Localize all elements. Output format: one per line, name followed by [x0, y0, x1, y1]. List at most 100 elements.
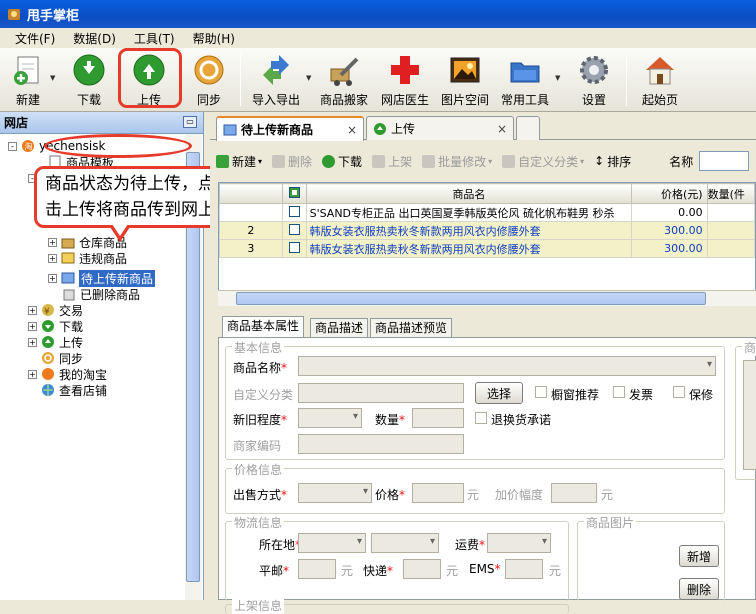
- add-icon: [216, 154, 229, 168]
- condition-select[interactable]: [298, 408, 362, 428]
- province-select[interactable]: [298, 533, 366, 553]
- callout-tail-inner: [112, 224, 128, 236]
- menu-tools[interactable]: 工具(T): [125, 30, 184, 47]
- tree-item-violations[interactable]: + 违规商品: [48, 250, 127, 266]
- tab-description-preview[interactable]: 商品描述预览: [370, 318, 453, 338]
- toolbar-tools-button[interactable]: 常用工具: [497, 51, 553, 109]
- list-download-button[interactable]: 下载: [322, 153, 362, 170]
- invoice-checkbox[interactable]: [613, 386, 625, 398]
- tab-new[interactable]: [516, 116, 540, 140]
- col-select[interactable]: [281, 183, 307, 204]
- settings-icon: [580, 56, 608, 84]
- image-space-icon: [450, 57, 480, 83]
- tree-item-upload[interactable]: + 上传: [28, 334, 83, 350]
- toolbar-move-products-button[interactable]: 商品搬家: [316, 51, 372, 109]
- toolbar-home-button[interactable]: 起始页: [632, 51, 688, 109]
- pin-icon[interactable]: ▭: [183, 116, 197, 128]
- toolbar-new-button[interactable]: 新建: [0, 51, 56, 109]
- expand-icon[interactable]: +: [28, 321, 37, 331]
- tab-description[interactable]: 商品描述: [310, 318, 369, 338]
- col-name[interactable]: 商品名: [305, 183, 633, 204]
- toolbar-download-button[interactable]: 下载: [61, 51, 117, 109]
- toolbar-shop-doctor-button[interactable]: 网店医生: [377, 51, 433, 109]
- toolbar-sync-button[interactable]: 同步: [181, 51, 237, 109]
- list-batch-edit-button[interactable]: 批量修改 ▾: [422, 153, 492, 170]
- splitter[interactable]: [210, 308, 756, 316]
- list-sort-button[interactable]: ↕ 排序: [594, 153, 631, 170]
- col-qty[interactable]: 数量(件: [706, 183, 756, 204]
- row-checkbox[interactable]: [288, 223, 300, 235]
- expand-icon[interactable]: +: [48, 237, 57, 247]
- tree-item-pending-upload[interactable]: + 待上传新商品: [48, 269, 156, 287]
- tree-item-deleted[interactable]: 已删除商品: [62, 286, 140, 302]
- grid-hscrollbar[interactable]: [218, 290, 756, 306]
- list-custom-category-button[interactable]: 自定义分类 ▾: [502, 153, 584, 170]
- table-row[interactable]: 2 韩版女装衣服热卖秋冬新款两用风衣内修腰外套 300.00: [219, 221, 756, 240]
- price-field[interactable]: [412, 483, 464, 503]
- delete-image-button[interactable]: 删除: [679, 578, 719, 600]
- showcase-checkbox[interactable]: [535, 386, 547, 398]
- express-unit: 元: [446, 564, 459, 578]
- increment-field[interactable]: [551, 483, 597, 503]
- table-row[interactable]: 3 韩版女装衣服热卖秋冬新款两用风衣内修腰外套 300.00: [219, 239, 756, 258]
- tab-basic-properties[interactable]: 商品基本属性: [222, 316, 305, 338]
- tree-item-trades[interactable]: + ¥ 交易: [28, 302, 83, 318]
- sale-method-label: 出售方式*: [233, 488, 288, 502]
- toolbar-settings-button[interactable]: 设置: [566, 51, 622, 109]
- quantity-field[interactable]: [412, 408, 464, 428]
- grid-hscrollbar-thumb[interactable]: [236, 292, 706, 305]
- list-delete-button[interactable]: 删除: [272, 153, 312, 170]
- add-image-button[interactable]: 新增: [679, 545, 719, 567]
- list-new-button[interactable]: 新建 ▾: [216, 153, 262, 170]
- sale-method-select[interactable]: [298, 483, 372, 503]
- tab-close-icon[interactable]: ×: [347, 123, 357, 137]
- city-select[interactable]: [371, 533, 439, 553]
- expand-icon[interactable]: +: [28, 337, 37, 347]
- sort-icon: ↕: [594, 154, 605, 168]
- select-all-checkbox[interactable]: [288, 186, 300, 198]
- tools-dropdown-icon[interactable]: ▼: [555, 74, 560, 82]
- increment-unit: 元: [601, 488, 614, 502]
- toolbar-image-space-button[interactable]: 图片空间: [437, 51, 493, 109]
- menu-help[interactable]: 帮助(H): [184, 30, 244, 47]
- warranty-checkbox[interactable]: [673, 386, 685, 398]
- tab-pending-upload[interactable]: 待上传新商品 ×: [216, 116, 364, 141]
- surface-mail-field[interactable]: [298, 559, 336, 579]
- ems-field[interactable]: [505, 559, 543, 579]
- expand-icon[interactable]: +: [48, 273, 57, 283]
- expand-icon[interactable]: -: [8, 141, 17, 151]
- return-promise-checkbox[interactable]: [475, 412, 487, 424]
- tree-item-sync[interactable]: 同步: [41, 350, 83, 366]
- list-shelve-button[interactable]: 上架: [372, 153, 412, 170]
- toolbar-import-export-button[interactable]: 导入导出: [248, 51, 304, 109]
- col-price[interactable]: 价格(元): [631, 183, 708, 204]
- freight-select[interactable]: [487, 533, 551, 553]
- import-export-dropdown-icon[interactable]: ▼: [306, 74, 311, 82]
- expand-icon[interactable]: +: [28, 369, 37, 379]
- expand-icon[interactable]: +: [48, 253, 57, 263]
- trade-icon: ¥: [42, 304, 54, 317]
- tree-item-download[interactable]: + 下载: [28, 318, 83, 334]
- tree-item-my-taobao[interactable]: + 我的淘宝: [28, 366, 107, 382]
- custom-category-field[interactable]: [298, 383, 464, 403]
- row-checkbox[interactable]: [288, 205, 300, 217]
- tab-upload[interactable]: 上传 ×: [366, 116, 514, 140]
- merchant-code-field[interactable]: [298, 434, 464, 454]
- table-row[interactable]: S'SAND专柜正品 出口英国夏季韩版英伦风 硫化帆布鞋男 秒杀 0.00: [219, 203, 756, 222]
- toolbar-settings-label: 设置: [581, 93, 606, 107]
- row-checkbox[interactable]: [288, 241, 300, 253]
- tree-item-view-shop[interactable]: 查看店铺: [41, 382, 107, 398]
- new-dropdown-icon[interactable]: ▼: [50, 74, 55, 82]
- shop-panel-header: 网店 ▭: [0, 112, 203, 134]
- tab-close-icon[interactable]: ×: [497, 122, 507, 136]
- basic-info-legend: 基本信息: [232, 339, 285, 356]
- menu-file[interactable]: 文件(F): [6, 30, 64, 47]
- expand-icon[interactable]: +: [28, 305, 37, 315]
- select-category-button[interactable]: 选择: [475, 382, 523, 404]
- menu-data[interactable]: 数据(D): [64, 30, 125, 47]
- product-name-field[interactable]: [298, 356, 716, 376]
- name-filter-input[interactable]: [699, 151, 750, 171]
- ems-unit: 元: [549, 564, 562, 578]
- express-field[interactable]: [403, 559, 441, 579]
- condition-label: 新旧程度*: [233, 413, 288, 427]
